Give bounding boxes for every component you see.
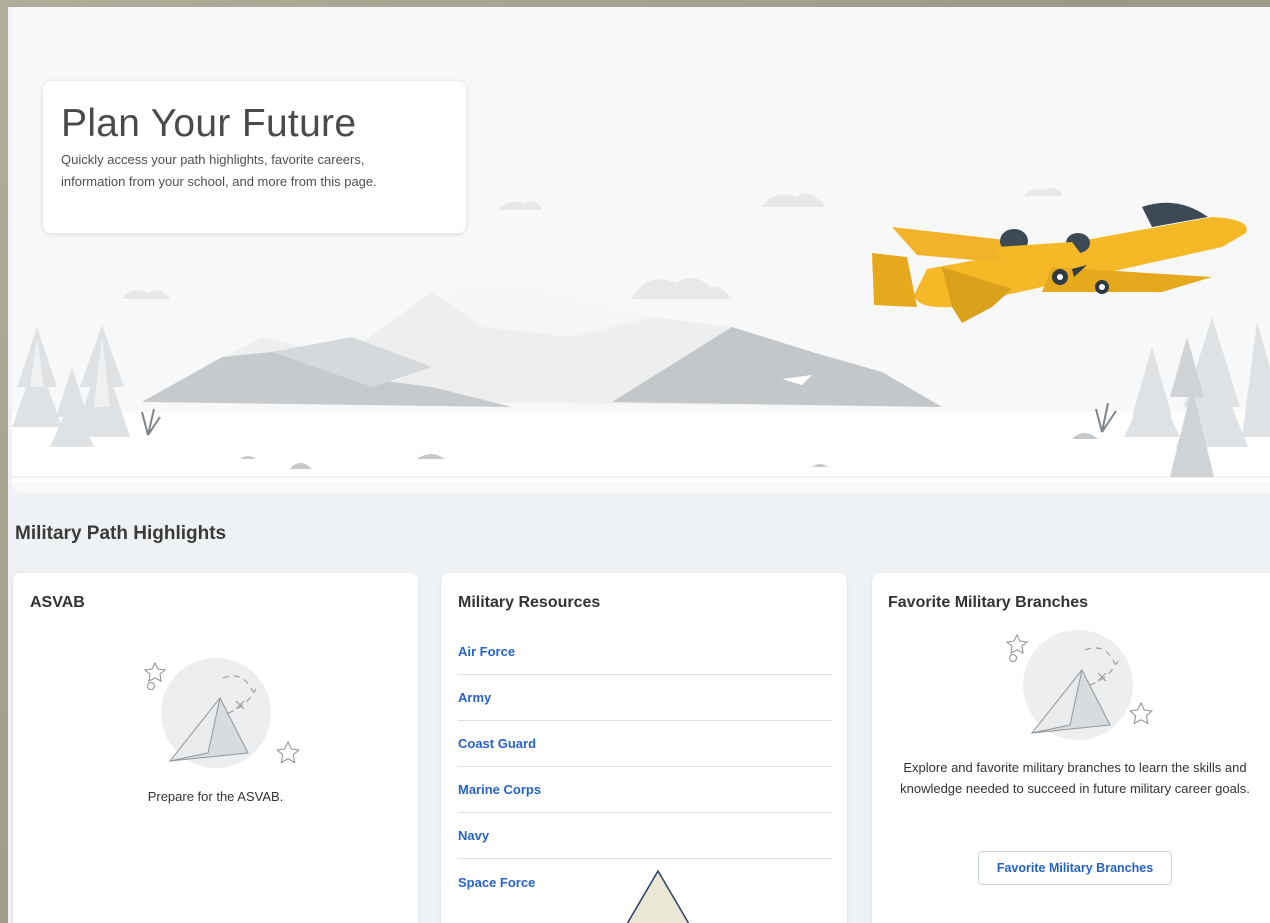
- favorite-military-branches-button[interactable]: Favorite Military Branches: [978, 851, 1172, 885]
- section-title: Military Path Highlights: [15, 523, 227, 544]
- tooltip-pointer: [626, 869, 690, 923]
- favorite-branches-card: Favorite Military Branches Explore and f…: [872, 573, 1270, 923]
- hero-landscape-illustration: [12, 188, 1270, 482]
- list-item: Coast Guard: [458, 721, 832, 767]
- list-item: Air Force: [458, 629, 832, 675]
- paper-plane-icon: [143, 658, 271, 768]
- star-icon: [275, 740, 301, 764]
- hero-intro-card: Plan Your Future Quickly access your pat…: [43, 81, 466, 233]
- hero-banner: Plan Your Future Quickly access your pat…: [12, 7, 1270, 493]
- page-frame: Plan Your Future Quickly access your pat…: [8, 7, 1270, 923]
- asvab-description: Prepare for the ASVAB.: [147, 789, 284, 804]
- list-item: Navy: [458, 813, 832, 859]
- resources-card-title: Military Resources: [458, 594, 601, 611]
- resources-list: Air Force Army Coast Guard Marine Corps …: [458, 629, 832, 905]
- link-space-force[interactable]: Space Force: [458, 875, 535, 890]
- page-subtitle: Quickly access your path highlights, fav…: [61, 152, 377, 189]
- paper-plane-icon: [1005, 630, 1133, 740]
- list-item: Marine Corps: [458, 767, 832, 813]
- page-title: Plan Your Future: [61, 102, 357, 145]
- link-air-force[interactable]: Air Force: [458, 644, 515, 659]
- favorites-description: Explore and favorite military branches t…: [900, 760, 1250, 796]
- favorites-card-title: Favorite Military Branches: [888, 594, 1089, 611]
- list-item: Army: [458, 675, 832, 721]
- link-army[interactable]: Army: [458, 690, 491, 705]
- link-marine-corps[interactable]: Marine Corps: [458, 782, 541, 797]
- link-navy[interactable]: Navy: [458, 828, 489, 843]
- asvab-card: ASVAB Prepare for the ASVAB.: [13, 573, 418, 923]
- star-icon: [1128, 701, 1154, 725]
- asvab-card-title: ASVAB: [30, 594, 85, 611]
- link-coast-guard[interactable]: Coast Guard: [458, 736, 536, 751]
